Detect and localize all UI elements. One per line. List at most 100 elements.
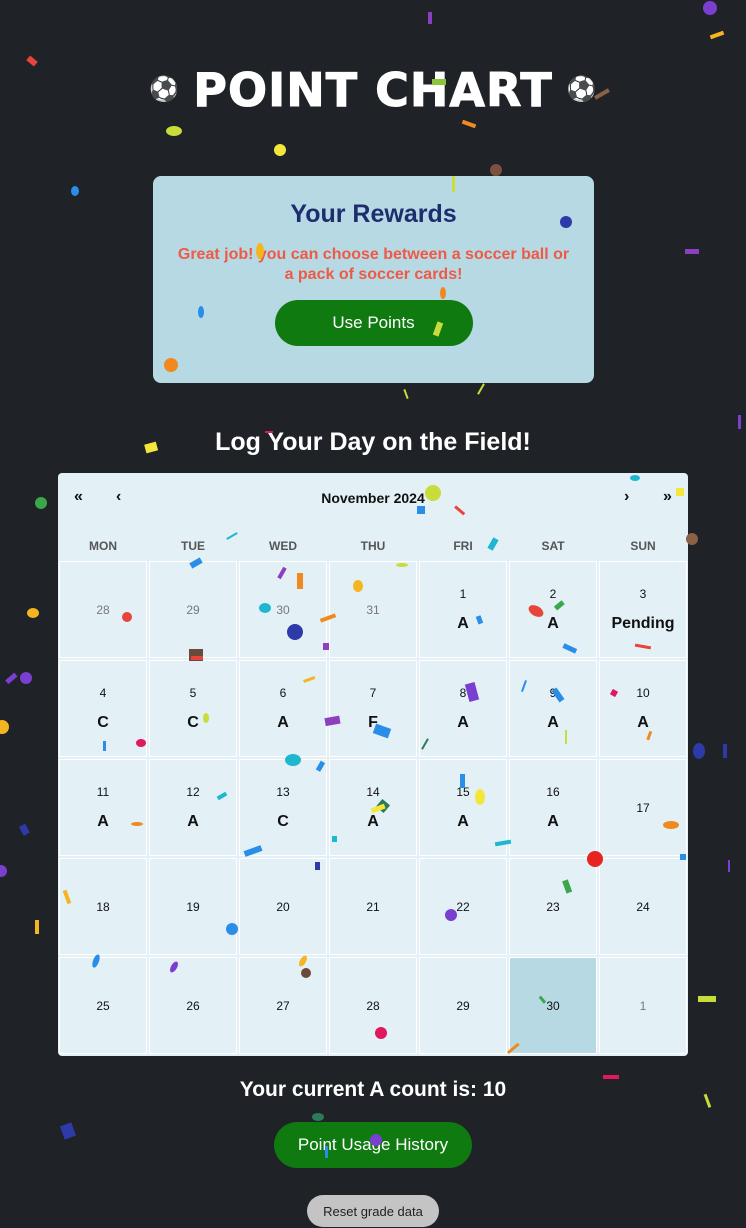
calendar: « ‹ November 2024 › » MON TUE WED THU FRI SAT… — [58, 473, 688, 1056]
calendar-day[interactable]: 25 — [59, 957, 147, 1054]
calendar-month-label[interactable]: November 2024 — [58, 490, 688, 506]
next-year-button[interactable]: » — [663, 488, 672, 506]
weekday-label: SUN — [630, 539, 656, 553]
day-number: 19 — [186, 899, 200, 914]
day-grade: A — [457, 614, 469, 632]
calendar-day[interactable]: 12 A — [149, 759, 237, 856]
calendar-grid: 28 29 30 31 1 A 2 A 3 Pending 4 C 5 C 6 A 7 F 8 A 9 A 10 A 11 A 12… — [59, 561, 687, 1054]
calendar-day[interactable]: 14 A — [329, 759, 417, 856]
weekday-label: SAT — [541, 539, 565, 553]
day-number: 3 — [639, 586, 647, 601]
day-grade: A — [547, 812, 559, 830]
day-number: 20 — [276, 899, 290, 914]
calendar-day-today[interactable]: 30 — [509, 957, 597, 1054]
calendar-day[interactable]: 18 — [59, 858, 147, 955]
calendar-day[interactable]: 10 A — [599, 660, 687, 757]
calendar-day[interactable]: 16 A — [509, 759, 597, 856]
calendar-navigation: « ‹ November 2024 › » — [58, 473, 688, 523]
rewards-message: Great job! you can choose between a socc… — [177, 246, 570, 283]
weekday-header: MON TUE WED THU FRI SAT SUN — [58, 539, 688, 553]
day-number: 7 — [369, 685, 377, 700]
day-grade: C — [277, 812, 289, 830]
day-number: 27 — [276, 998, 290, 1013]
day-number: 30 — [276, 602, 290, 617]
day-number: 17 — [636, 800, 650, 815]
weekday-label: FRI — [453, 539, 473, 553]
day-number: 10 — [636, 685, 650, 700]
day-grade: A — [457, 713, 469, 731]
reset-grade-data-button[interactable]: Reset grade data — [307, 1195, 439, 1227]
day-grade: F — [368, 713, 378, 731]
calendar-day[interactable]: 23 — [509, 858, 597, 955]
day-number: 24 — [636, 899, 650, 914]
page-header: ⚽ Point Chart ⚽ — [0, 62, 746, 118]
use-points-button[interactable]: Use Points — [274, 300, 473, 346]
day-number: 15 — [456, 784, 470, 799]
calendar-day[interactable]: 17 — [599, 759, 687, 856]
day-number: 23 — [546, 899, 560, 914]
day-number: 28 — [366, 998, 380, 1013]
day-number: 28 — [96, 602, 110, 617]
day-number: 8 — [459, 685, 467, 700]
day-grade: C — [97, 713, 109, 731]
point-usage-history-button[interactable]: Point Usage History — [274, 1122, 472, 1168]
calendar-day[interactable]: 29 — [419, 957, 507, 1054]
day-number: 12 — [186, 784, 200, 799]
weekday-label: WED — [269, 539, 297, 553]
calendar-day[interactable]: 7F — [329, 660, 417, 757]
day-number: 29 — [186, 602, 200, 617]
day-grade: Pending — [611, 614, 675, 632]
day-number: 13 — [276, 784, 290, 799]
calendar-day[interactable]: 29 — [149, 561, 237, 658]
calendar-day[interactable]: 15 A — [419, 759, 507, 856]
calendar-day[interactable]: 9A — [509, 660, 597, 757]
calendar-day[interactable]: 26 — [149, 957, 237, 1054]
calendar-day[interactable]: 28 — [329, 957, 417, 1054]
calendar-day[interactable]: 30 — [239, 561, 327, 658]
day-number: 14 — [366, 784, 380, 799]
page-title: Point Chart — [193, 63, 553, 118]
calendar-day[interactable]: 21 — [329, 858, 417, 955]
log-heading: Log Your Day on the Field! — [215, 428, 531, 456]
day-number: 11 — [96, 784, 110, 799]
calendar-day[interactable]: 3 Pending — [599, 561, 687, 658]
calendar-day[interactable]: 5C — [149, 660, 237, 757]
calendar-day[interactable]: 31 — [329, 561, 417, 658]
next-month-button[interactable]: › — [624, 488, 629, 506]
calendar-day[interactable]: 11 A — [59, 759, 147, 856]
calendar-day[interactable]: 2A — [509, 561, 597, 658]
day-grade: C — [187, 713, 199, 731]
calendar-day[interactable]: 1A — [419, 561, 507, 658]
day-grade: A — [547, 614, 559, 632]
weekday-label: MON — [89, 539, 117, 553]
day-grade: A — [187, 812, 199, 830]
calendar-day[interactable]: 13 C — [239, 759, 327, 856]
calendar-day[interactable]: 8A — [419, 660, 507, 757]
calendar-day[interactable]: 1 — [599, 957, 687, 1054]
soccer-ball-icon: ⚽ — [566, 76, 597, 103]
day-number: 2 — [549, 586, 557, 601]
day-number: 26 — [186, 998, 200, 1013]
soccer-ball-icon: ⚽ — [149, 76, 180, 103]
calendar-day[interactable]: 27 — [239, 957, 327, 1054]
calendar-day[interactable]: 4C — [59, 660, 147, 757]
calendar-day[interactable]: 24 — [599, 858, 687, 955]
day-grade: A — [97, 812, 109, 830]
calendar-day[interactable]: 20 — [239, 858, 327, 955]
calendar-day[interactable]: 19 — [149, 858, 237, 955]
day-number: 1 — [459, 586, 467, 601]
day-number: 1 — [639, 998, 647, 1013]
day-grade: A — [277, 713, 289, 731]
day-number: 25 — [96, 998, 110, 1013]
reset-container: Reset grade data — [0, 1195, 746, 1227]
day-number: 22 — [456, 899, 470, 914]
weekday-label: THU — [360, 539, 386, 553]
rewards-panel: Your Rewards Great job! you can choose b… — [153, 176, 594, 383]
calendar-day[interactable]: 28 — [59, 561, 147, 658]
day-grade: A — [547, 713, 559, 731]
day-grade: A — [367, 812, 379, 830]
weekday-label: TUE — [181, 539, 205, 553]
calendar-day[interactable]: 6A — [239, 660, 327, 757]
calendar-day[interactable]: 22 — [419, 858, 507, 955]
day-number: 18 — [96, 899, 110, 914]
